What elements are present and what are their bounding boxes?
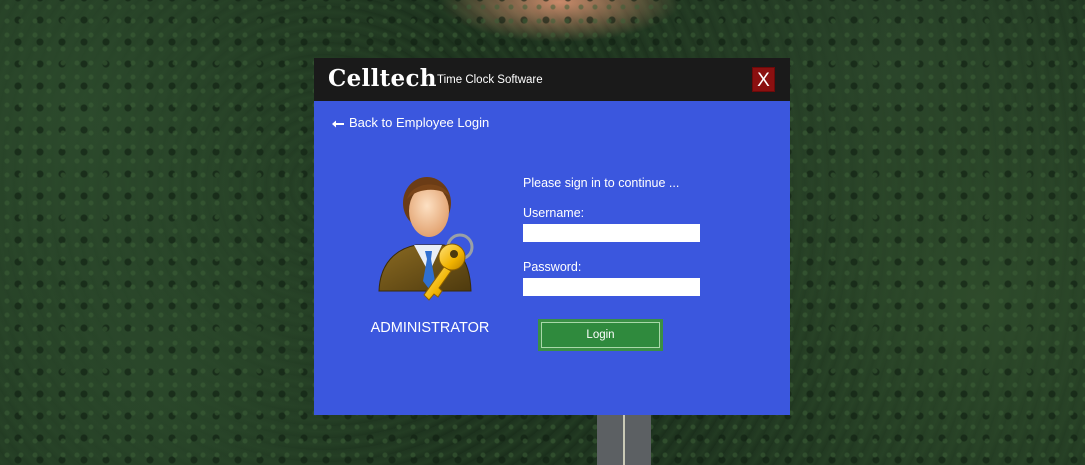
brand-logo: Celltech bbox=[328, 65, 437, 92]
app-subtitle: Time Clock Software bbox=[437, 74, 543, 86]
password-label: Password: bbox=[523, 260, 582, 274]
road-background bbox=[597, 415, 651, 465]
administrator-key-icon bbox=[374, 173, 484, 308]
title-bar: Celltech Time Clock Software X bbox=[314, 58, 790, 101]
login-button-label: Login bbox=[541, 322, 660, 348]
login-dialog: Celltech Time Clock Software X Back to E… bbox=[314, 58, 790, 415]
sign-in-prompt: Please sign in to continue ... bbox=[523, 176, 680, 190]
arrow-left-icon bbox=[332, 116, 344, 131]
close-button[interactable]: X bbox=[752, 67, 775, 92]
back-to-employee-login-link[interactable]: Back to Employee Login bbox=[332, 115, 489, 131]
role-label: ADMINISTRATOR bbox=[370, 320, 490, 336]
login-button[interactable]: Login bbox=[538, 319, 663, 351]
username-label: Username: bbox=[523, 206, 585, 220]
back-link-label: Back to Employee Login bbox=[349, 115, 490, 130]
password-input[interactable] bbox=[523, 278, 700, 296]
username-input[interactable] bbox=[523, 224, 700, 242]
